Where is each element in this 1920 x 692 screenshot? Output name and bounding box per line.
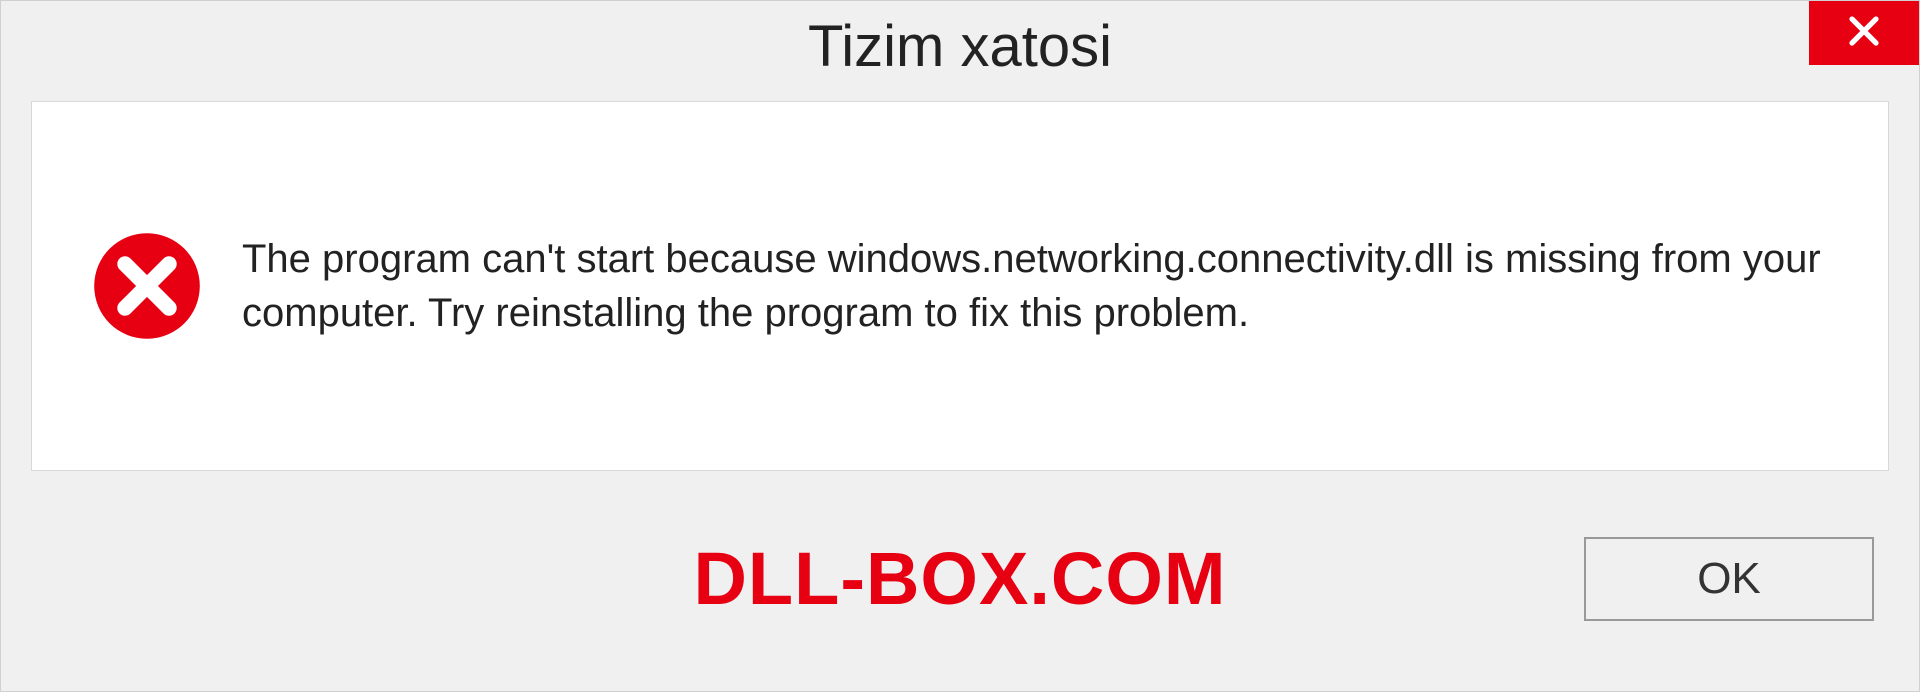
ok-button-label: OK <box>1697 554 1761 604</box>
close-button[interactable] <box>1809 1 1919 65</box>
error-dialog: Tizim xatosi The program can't start bec… <box>0 0 1920 692</box>
close-icon <box>1846 13 1882 54</box>
dialog-title: Tizim xatosi <box>808 13 1112 80</box>
watermark-text: DLL-BOX.COM <box>693 536 1226 621</box>
dialog-footer: DLL-BOX.COM OK <box>1 471 1919 651</box>
ok-button[interactable]: OK <box>1584 537 1874 621</box>
message-panel: The program can't start because windows.… <box>31 101 1889 471</box>
error-icon <box>92 231 202 341</box>
titlebar: Tizim xatosi <box>1 1 1919 91</box>
error-message: The program can't start because windows.… <box>242 232 1838 340</box>
